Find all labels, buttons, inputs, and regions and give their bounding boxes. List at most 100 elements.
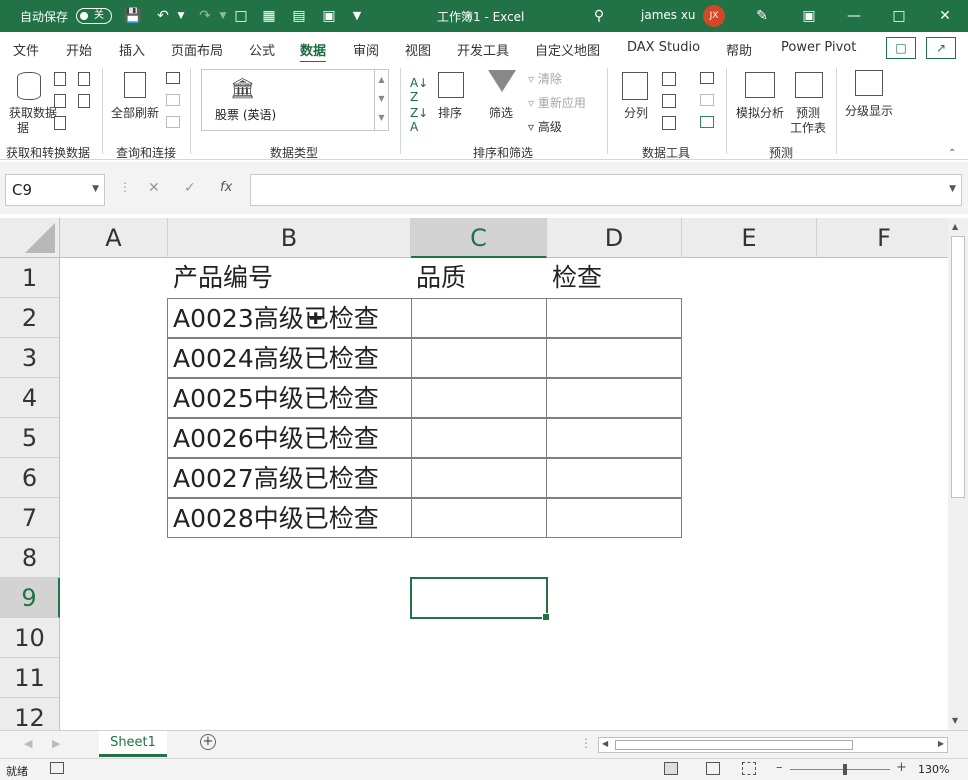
tab-help[interactable]: 帮助 (726, 40, 752, 59)
vertical-scroll-thumb[interactable] (951, 236, 965, 498)
prev-sheet-icon[interactable]: ◀ (24, 737, 32, 750)
tab-review[interactable]: 审阅 (353, 40, 379, 59)
data-model-icon[interactable] (700, 116, 714, 128)
enter-icon[interactable]: ✓ (184, 180, 196, 196)
worksheet-grid[interactable]: A B C D E F 1 2 3 4 5 6 7 8 9 10 11 12 产… (0, 218, 948, 730)
tab-power-pivot[interactable]: Power Pivot (781, 40, 856, 55)
save-icon[interactable]: 💾 (124, 7, 142, 25)
row-header-9[interactable]: 9 (0, 578, 60, 618)
insert-function-icon[interactable]: fx (220, 180, 232, 195)
grid-icon[interactable]: ▦ (260, 7, 278, 25)
tab-insert[interactable]: 插入 (119, 40, 145, 59)
share-icon[interactable]: ↗ (926, 37, 956, 59)
cell-c5[interactable] (411, 418, 547, 458)
zoom-in-icon[interactable]: + (896, 760, 907, 775)
scroll-up-icon[interactable]: ▲ (952, 222, 958, 231)
maximize-icon[interactable]: □ (890, 7, 908, 25)
page-layout-view-icon[interactable] (706, 762, 720, 775)
tab-home[interactable]: 开始 (66, 40, 92, 59)
scroll-left-icon[interactable]: ◀ (602, 739, 608, 748)
filter-button[interactable]: 筛选 (489, 104, 513, 121)
outline-button[interactable]: 分级显示 (845, 102, 893, 119)
vertical-scrollbar[interactable]: ▲ ▼ (948, 218, 968, 730)
text-to-columns-button[interactable]: 分列 (624, 104, 648, 121)
from-table-icon[interactable] (54, 116, 66, 130)
add-sheet-icon[interactable]: + (200, 734, 216, 750)
cell-c4[interactable] (411, 378, 547, 418)
sort-asc-icon[interactable]: A↓ Z (410, 76, 428, 104)
cell-b3[interactable]: A0024高级已检查 (167, 338, 412, 378)
name-box[interactable]: C9 ▼ (5, 174, 105, 206)
cell-b6[interactable]: A0027高级已检查 (167, 458, 412, 498)
cell-b4[interactable]: A0025中级已检查 (167, 378, 412, 418)
row-header-3[interactable]: 3 (0, 338, 60, 378)
row-header-1[interactable]: 1 (0, 258, 60, 298)
active-cell-c9[interactable] (410, 577, 550, 621)
existing-connections-icon[interactable] (78, 94, 90, 108)
consolidate-icon[interactable] (700, 72, 714, 84)
undo-dropdown-icon[interactable]: ▼ (172, 7, 190, 25)
avatar[interactable]: JX (703, 5, 725, 27)
minimize-icon[interactable]: — (845, 7, 863, 25)
tab-developer[interactable]: 开发工具 (457, 40, 509, 59)
search-icon[interactable]: ⚲ (590, 7, 608, 25)
advanced-filter-button[interactable]: ▿ 高级 (528, 118, 562, 135)
cell-d3[interactable] (546, 338, 682, 378)
comment-icon[interactable]: □ (886, 37, 916, 59)
cell-d4[interactable] (546, 378, 682, 418)
remove-duplicates-icon[interactable] (662, 94, 676, 108)
scroll-down-icon[interactable]: ▼ (952, 716, 958, 725)
zoom-level[interactable]: 130% (918, 763, 949, 776)
row-header-5[interactable]: 5 (0, 418, 60, 458)
sort-button[interactable]: 排序 (438, 104, 462, 121)
cell-b1[interactable]: 产品编号 (168, 258, 411, 298)
stocks-type[interactable]: 股票 (英语) (215, 106, 276, 123)
from-text-icon[interactable] (54, 72, 66, 86)
autosave-toggle[interactable]: 关 (76, 8, 112, 24)
zoom-slider[interactable] (790, 769, 890, 770)
column-header-e[interactable]: E (682, 218, 817, 258)
properties-icon[interactable] (166, 94, 180, 106)
cell-b7[interactable]: A0028中级已检查 (167, 498, 412, 538)
relationships-icon[interactable] (700, 94, 714, 106)
more-options-icon[interactable]: ⋮ (119, 180, 131, 194)
select-all-button[interactable] (0, 218, 60, 258)
cell-b2[interactable]: A0023高级已检查 (167, 298, 412, 338)
redo-dropdown-icon[interactable]: ▼ (214, 7, 232, 25)
cell-d7[interactable] (546, 498, 682, 538)
cell-d5[interactable] (546, 418, 682, 458)
scroll-right-icon[interactable]: ▶ (938, 739, 944, 748)
name-box-dropdown-icon[interactable]: ▼ (92, 184, 99, 194)
recent-sources-icon[interactable] (78, 72, 90, 86)
clear-filter-button[interactable]: ▿ 清除 (528, 70, 562, 87)
row-header-12[interactable]: 12 (0, 698, 60, 730)
from-web-icon[interactable] (54, 94, 66, 108)
row-header-6[interactable]: 6 (0, 458, 60, 498)
row-header-2[interactable]: 2 (0, 298, 60, 338)
cell-d6[interactable] (546, 458, 682, 498)
cell-b5[interactable]: A0026中级已检查 (167, 418, 412, 458)
row-header-10[interactable]: 10 (0, 618, 60, 658)
flash-fill-icon[interactable] (662, 72, 676, 86)
document-icon[interactable]: □ (232, 7, 250, 25)
tab-dax-studio[interactable]: DAX Studio (627, 40, 700, 55)
tab-data[interactable]: 数据 (300, 40, 327, 64)
horizontal-scroll-thumb[interactable] (615, 740, 853, 750)
edit-links-icon[interactable] (166, 116, 180, 128)
accessibility-icon[interactable] (50, 762, 64, 774)
what-if-analysis-button[interactable]: 模拟分析 (736, 104, 784, 121)
column-header-d[interactable]: D (547, 218, 682, 258)
tab-split-icon[interactable]: ⋮ (580, 736, 592, 750)
next-sheet-icon[interactable]: ▶ (52, 737, 60, 750)
sort-desc-icon[interactable]: Z↓ A (410, 106, 428, 134)
close-icon[interactable]: ✕ (936, 7, 954, 25)
column-header-c[interactable]: C (411, 218, 547, 258)
undo-icon[interactable]: ↶ (154, 7, 172, 25)
ribbon-display-icon[interactable]: ▣ (800, 7, 818, 25)
cell-c7[interactable] (411, 498, 547, 538)
collapse-ribbon-icon[interactable]: ⌃ (948, 148, 956, 159)
queries-connections-icon[interactable] (166, 72, 180, 84)
table-icon[interactable]: ▤ (290, 7, 308, 25)
cell-c2[interactable] (411, 298, 547, 338)
row-header-11[interactable]: 11 (0, 658, 60, 698)
